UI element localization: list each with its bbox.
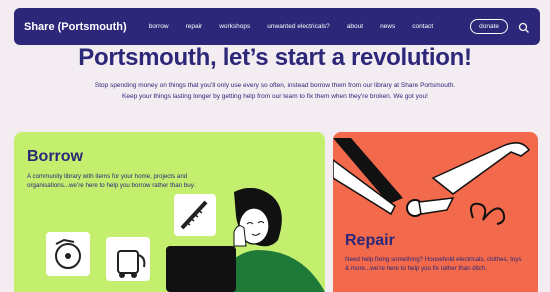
top-nav: Share (Portsmouth) borrow repair worksho…	[14, 8, 540, 45]
circular-saw-icon	[46, 232, 90, 276]
nav-link-borrow[interactable]: borrow	[149, 23, 169, 30]
nav-link-contact[interactable]: contact	[412, 23, 433, 30]
donate-button[interactable]: donate	[470, 19, 508, 34]
search-icon[interactable]	[518, 21, 530, 33]
page-title: Portsmouth, let’s start a revolution!	[78, 44, 472, 71]
borrow-card[interactable]: Borrow A community library with items fo…	[14, 132, 325, 292]
nav-link-news[interactable]: news	[380, 23, 395, 30]
repair-text: Need help fixing something? Household el…	[345, 256, 522, 272]
vacuum-cleaner-icon	[106, 237, 150, 281]
intro-line-1: Stop spending money on things that you’l…	[94, 82, 456, 89]
nav-links: borrow repair workshops unwanted electri…	[149, 23, 470, 30]
person-with-laptop-illustration	[166, 188, 325, 292]
site-logo[interactable]: Share (Portsmouth)	[24, 21, 127, 33]
nav-link-workshops[interactable]: workshops	[219, 23, 250, 30]
repair-title: Repair	[345, 232, 395, 249]
intro-text: Stop spending money on things that you’l…	[40, 80, 510, 102]
nav-link-about[interactable]: about	[347, 23, 363, 30]
borrow-title: Borrow	[27, 148, 83, 165]
pliers-and-wrench-illustration	[333, 138, 531, 225]
nav-link-repair[interactable]: repair	[186, 23, 203, 30]
nav-link-unwanted-electricals[interactable]: unwanted electricals?	[267, 23, 330, 30]
repair-card[interactable]: Repair Need help fixing something? House…	[333, 132, 538, 292]
intro-line-2: Keep your things lasting longer by getti…	[122, 93, 428, 100]
